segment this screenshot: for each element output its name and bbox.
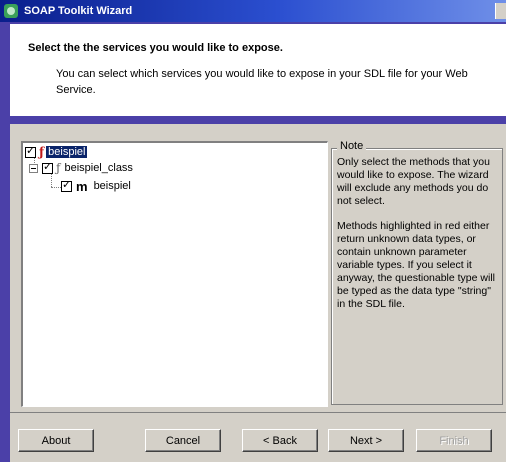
- wizard-body: ƒ beispiel ƒ beispiel_class m beispiel N…: [10, 124, 506, 412]
- button-bar: About Cancel < Back Next > Finish: [10, 412, 506, 462]
- wizard-window: SOAP Toolkit Wizard Select the the servi…: [0, 0, 506, 462]
- tree-line: [51, 187, 61, 188]
- close-button[interactable]: [495, 3, 506, 19]
- tree-item-label: beispiel: [93, 180, 131, 192]
- service-icon: ƒ: [39, 145, 45, 159]
- class-checkbox[interactable]: [42, 160, 53, 174]
- tree-item-method[interactable]: m beispiel: [61, 178, 131, 194]
- collapse-icon[interactable]: [29, 163, 38, 173]
- next-button[interactable]: Next >: [328, 429, 404, 452]
- page-description: You can select which services you would …: [56, 68, 468, 96]
- page-heading: Select the the services you would like t…: [28, 42, 283, 54]
- back-button[interactable]: < Back: [242, 429, 318, 452]
- tree-item-service[interactable]: ƒ beispiel: [25, 144, 88, 160]
- services-tree[interactable]: ƒ beispiel ƒ beispiel_class m beispiel: [21, 141, 328, 407]
- tree-item-class[interactable]: ƒ beispiel_class: [29, 160, 133, 176]
- app-icon: [4, 4, 18, 18]
- finish-button[interactable]: Finish: [416, 429, 492, 452]
- title-bar[interactable]: SOAP Toolkit Wizard: [0, 0, 506, 22]
- note-text: Only select the methods that you would l…: [337, 156, 499, 323]
- cancel-button[interactable]: Cancel: [145, 429, 221, 452]
- wizard-header: Select the the services you would like t…: [10, 24, 506, 116]
- note-title: Note: [337, 140, 367, 152]
- note-paragraph: Methods highlighted in red either return…: [337, 220, 495, 310]
- service-checkbox[interactable]: [25, 144, 36, 158]
- about-button[interactable]: About: [18, 429, 94, 452]
- tree-item-label: beispiel: [46, 146, 88, 158]
- method-checkbox[interactable]: [61, 178, 72, 192]
- note-paragraph: Only select the methods that you would l…: [337, 156, 490, 207]
- class-icon: ƒ: [56, 161, 61, 175]
- separator: [10, 412, 506, 413]
- tree-item-label: beispiel_class: [64, 162, 133, 174]
- window-title: SOAP Toolkit Wizard: [24, 5, 133, 17]
- method-icon: m: [76, 178, 88, 194]
